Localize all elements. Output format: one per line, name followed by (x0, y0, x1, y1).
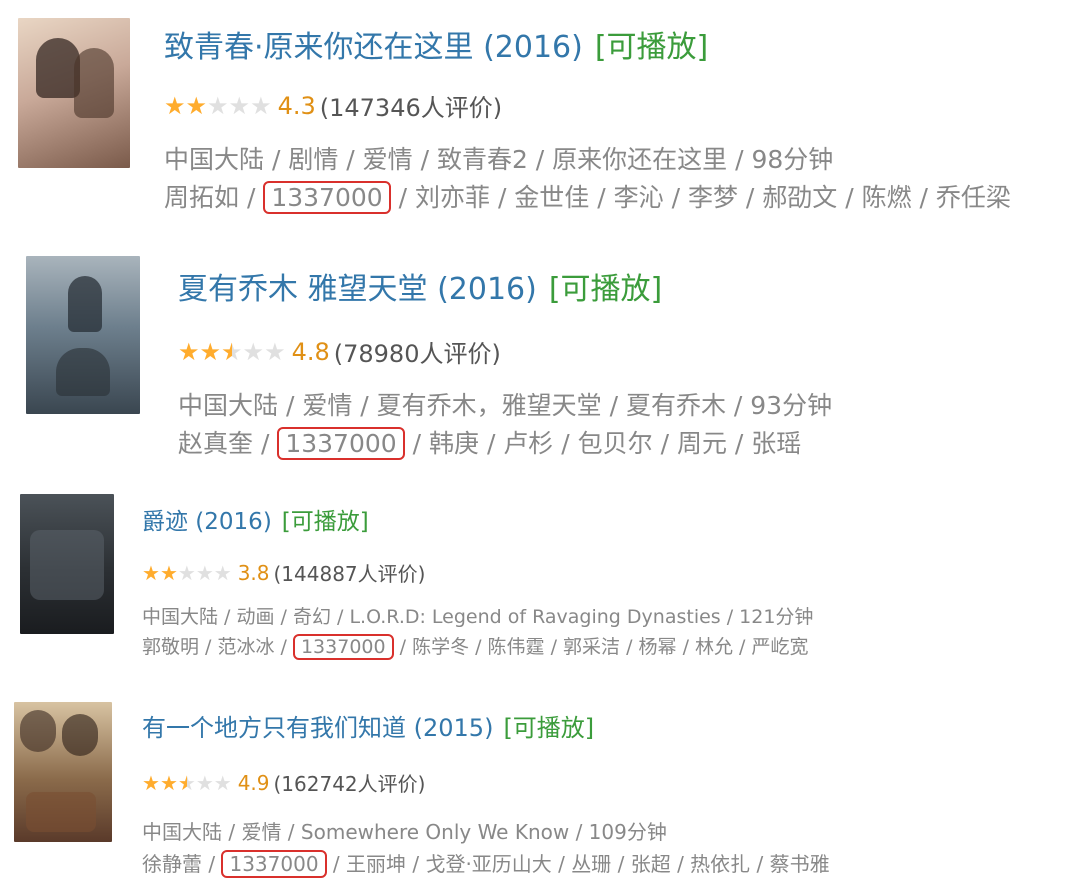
highlighted-value: 1337000 (292, 634, 394, 660)
rating-stars: ★ ★ ★ ★ ★ (142, 563, 232, 583)
highlighted-value: 1337000 (221, 850, 327, 878)
rating-stars: ★ ★ ★ ★ ★ (164, 94, 272, 118)
star-icon: ★ (159, 560, 178, 585)
star-icon: ★ (195, 560, 214, 585)
star-icon: ★ (221, 337, 243, 366)
cast-after: / 王丽坤 / 戈登·亚历山大 / 丛珊 / 张超 / 热依扎 / 蔡书雅 (332, 852, 830, 876)
playable-badge[interactable]: [可播放] (282, 509, 369, 535)
playable-badge[interactable]: [可播放] (595, 30, 708, 65)
vote-count[interactable]: (144887人评价) (274, 558, 426, 587)
star-icon: ★ (177, 770, 196, 795)
cast-after: / 陈学冬 / 陈伟霆 / 郭采洁 / 杨幂 / 林允 / 严屹宽 (399, 636, 809, 658)
cast-before: 徐静蕾 / (142, 852, 216, 876)
movie-meta: 中国大陆 / 爱情 / Somewhere Only We Know / 109… (142, 820, 667, 844)
cast-list: 郭敬明 / 范冰冰 / 1337000 / 陈学冬 / 陈伟霆 / 郭采洁 / … (142, 632, 809, 660)
movie-title-link[interactable]: 有一个地方只有我们知道 (2015) (142, 714, 493, 742)
movie-meta: 中国大陆 / 剧情 / 爱情 / 致青春2 / 原来你还在这里 / 98分钟 (164, 145, 834, 174)
cast-before: 赵真奎 / (178, 429, 270, 458)
star-icon: ★ (199, 337, 222, 366)
rating-stars: ★ ★ ★ ★ ★ (142, 773, 232, 793)
star-icon: ★ (213, 770, 232, 795)
title-row: 爵迹 (2016) [可播放] (142, 502, 369, 536)
cast-list: 赵真奎 / 1337000 / 韩庚 / 卢杉 / 包贝尔 / 周元 / 张瑶 (178, 424, 801, 460)
rating-row: ★ ★ ★ ★ ★ 4.8 (78980人评价) (178, 334, 501, 369)
movie-meta: 中国大陆 / 爱情 / 夏有乔木，雅望天堂 / 夏有乔木 / 93分钟 (178, 391, 833, 420)
rating-stars: ★ ★ ★ ★ ★ (178, 340, 286, 364)
poster-image[interactable] (14, 702, 112, 842)
rating-row: ★ ★ ★ ★ ★ 4.3 (147346人评价) (164, 88, 502, 123)
vote-count[interactable]: (162742人评价) (274, 768, 426, 797)
poster-image[interactable] (18, 18, 130, 168)
movie-meta: 中国大陆 / 动画 / 奇幻 / L.O.R.D: Legend of Rava… (142, 606, 814, 628)
title-row: 致青春·原来你还在这里 (2016) [可播放] (164, 22, 708, 66)
title-row: 夏有乔木 雅望天堂 (2016) [可播放] (178, 264, 662, 308)
rating-row: ★ ★ ★ ★ ★ 4.9 (162742人评价) (142, 768, 425, 797)
star-icon: ★ (264, 337, 286, 366)
title-row: 有一个地方只有我们知道 (2015) [可播放] (142, 708, 594, 743)
highlighted-value: 1337000 (277, 427, 405, 460)
movie-title-link[interactable]: 爵迹 (2016) (142, 509, 272, 535)
cast-after: / 刘亦菲 / 金世佳 / 李沁 / 李梦 / 郝劭文 / 陈燃 / 乔任梁 (398, 183, 1011, 212)
star-icon: ★ (228, 91, 251, 120)
star-icon: ★ (177, 560, 196, 585)
playable-badge[interactable]: [可播放] (549, 272, 662, 307)
star-icon: ★ (164, 91, 186, 120)
star-icon: ★ (213, 560, 232, 585)
movie-title-link[interactable]: 致青春·原来你还在这里 (2016) (164, 30, 583, 65)
star-icon: ★ (142, 770, 160, 795)
rating-row: ★ ★ ★ ★ ★ 3.8 (144887人评价) (142, 558, 425, 587)
star-icon: ★ (195, 770, 214, 795)
poster-image[interactable] (26, 256, 140, 414)
cast-before: 周拓如 / (164, 183, 256, 212)
cast-list: 徐静蕾 / 1337000 / 王丽坤 / 戈登·亚历山大 / 丛珊 / 张超 … (142, 848, 830, 878)
poster-image[interactable] (20, 494, 114, 634)
vote-count[interactable]: (147346人评价) (320, 88, 502, 123)
star-icon: ★ (159, 770, 178, 795)
vote-count[interactable]: (78980人评价) (334, 334, 501, 369)
star-icon: ★ (242, 337, 265, 366)
highlighted-value: 1337000 (263, 181, 391, 214)
star-icon: ★ (185, 91, 208, 120)
rating-score: 3.8 (237, 560, 270, 585)
star-icon: ★ (250, 91, 272, 120)
cast-before: 郭敬明 / 范冰冰 / (142, 636, 287, 658)
rating-score: 4.3 (277, 91, 316, 120)
cast-list: 周拓如 / 1337000 / 刘亦菲 / 金世佳 / 李沁 / 李梦 / 郝劭… (164, 178, 1011, 214)
rating-score: 4.9 (237, 770, 270, 795)
star-icon: ★ (178, 337, 200, 366)
playable-badge[interactable]: [可播放] (503, 714, 594, 742)
rating-score: 4.8 (291, 337, 330, 366)
cast-after: / 韩庚 / 卢杉 / 包贝尔 / 周元 / 张瑶 (412, 429, 802, 458)
star-icon: ★ (142, 560, 160, 585)
movie-title-link[interactable]: 夏有乔木 雅望天堂 (2016) (178, 272, 537, 307)
star-icon: ★ (207, 91, 229, 120)
